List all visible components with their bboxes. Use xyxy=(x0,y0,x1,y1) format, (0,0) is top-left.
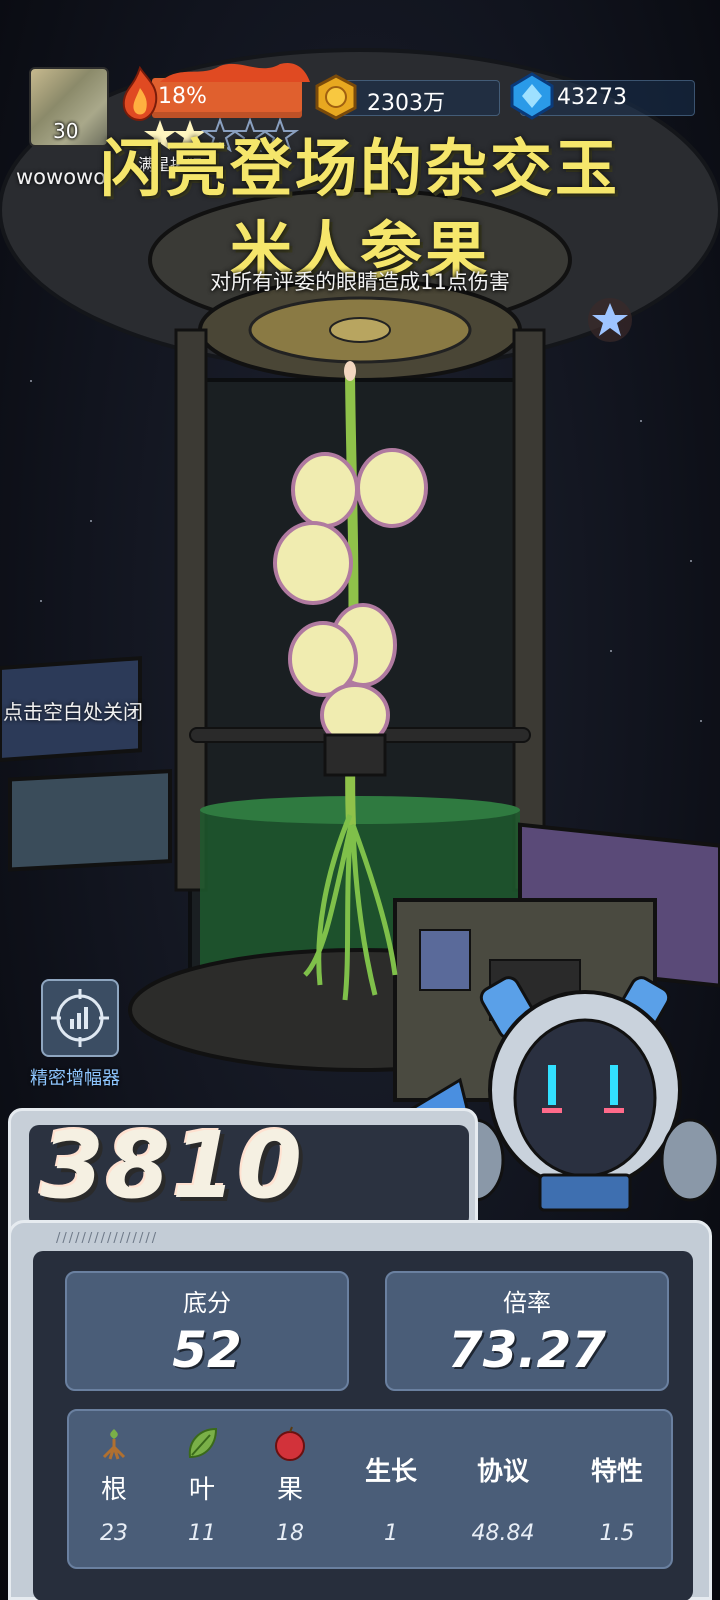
attribute-fruit-name: 果 xyxy=(276,1475,303,1505)
attribute-trait: 特性 1.5 xyxy=(567,1411,667,1571)
target-chart-icon xyxy=(51,989,109,1047)
attribute-protocol: 协议 48.84 xyxy=(453,1411,553,1571)
tap-to-close-hint: 点击空白处关闭 xyxy=(3,700,143,724)
leaf-icon xyxy=(188,1427,218,1459)
attribute-growth: 生长 1 xyxy=(341,1411,441,1571)
attribute-table: 根 23 叶 11 果 18 生长 1 协议 48.84 特性 1.5 xyxy=(67,1409,673,1569)
coin-value: 2303万 xyxy=(367,91,445,116)
hybrid-plant-image xyxy=(273,361,428,1001)
result-title-line1: 闪亮登场的杂交玉 xyxy=(99,132,620,205)
score-details-box: 底分 52 倍率 73.27 根 23 叶 11 果 18 生长 1 协议 48… xyxy=(33,1251,693,1600)
fire-percent: 18% xyxy=(158,84,207,109)
base-score-card: 底分 52 xyxy=(65,1271,349,1391)
base-score-value: 52 xyxy=(172,1321,242,1379)
attribute-trait-value: 1.5 xyxy=(599,1521,635,1546)
attribute-leaf: 叶 11 xyxy=(157,1411,247,1571)
attribute-leaf-value: 11 xyxy=(188,1521,216,1546)
precision-amplifier-button[interactable] xyxy=(41,979,119,1057)
star-badge-icon xyxy=(588,298,632,342)
flame-wave-decoration xyxy=(160,62,310,82)
base-score-label: 底分 xyxy=(183,1289,231,1317)
precision-amplifier-label: 精密增幅器 xyxy=(30,1068,120,1089)
fire-progress-bar[interactable]: 18% xyxy=(152,78,302,118)
gem-value: 43273 xyxy=(557,85,627,110)
attribute-growth-value: 1 xyxy=(384,1521,398,1546)
attribute-trait-name: 特性 xyxy=(590,1457,643,1487)
multiplier-value: 73.27 xyxy=(447,1321,607,1379)
attribute-protocol-value: 48.84 xyxy=(471,1521,535,1546)
multiplier-label: 倍率 xyxy=(503,1289,551,1317)
fruit-icon xyxy=(275,1426,305,1461)
score-details-frame: //////////////// 底分 52 倍率 73.27 根 23 叶 1… xyxy=(8,1220,712,1600)
multiplier-card: 倍率 73.27 xyxy=(385,1271,669,1391)
root-icon xyxy=(102,1429,126,1460)
attribute-root-value: 23 xyxy=(100,1521,128,1546)
attribute-root: 根 23 xyxy=(69,1411,159,1571)
attribute-fruit: 果 18 xyxy=(245,1411,335,1571)
gem-icon xyxy=(510,72,554,120)
result-description: 对所有评委的眼睛造成11点伤害 xyxy=(210,270,510,294)
frame-stripes: //////////////// xyxy=(56,1231,159,1246)
attribute-fruit-value: 18 xyxy=(276,1521,304,1546)
score-panel: 3810 //////////////// 底分 52 倍率 73.27 根 2… xyxy=(0,1108,720,1600)
attribute-leaf-name: 叶 xyxy=(188,1475,215,1505)
attribute-growth-name: 生长 xyxy=(364,1457,417,1487)
fire-icon xyxy=(122,66,158,122)
coin-icon xyxy=(315,74,357,120)
attribute-protocol-name: 协议 xyxy=(476,1457,529,1487)
total-score-value: 3810 xyxy=(40,1112,305,1219)
attribute-root-name: 根 xyxy=(100,1475,127,1505)
